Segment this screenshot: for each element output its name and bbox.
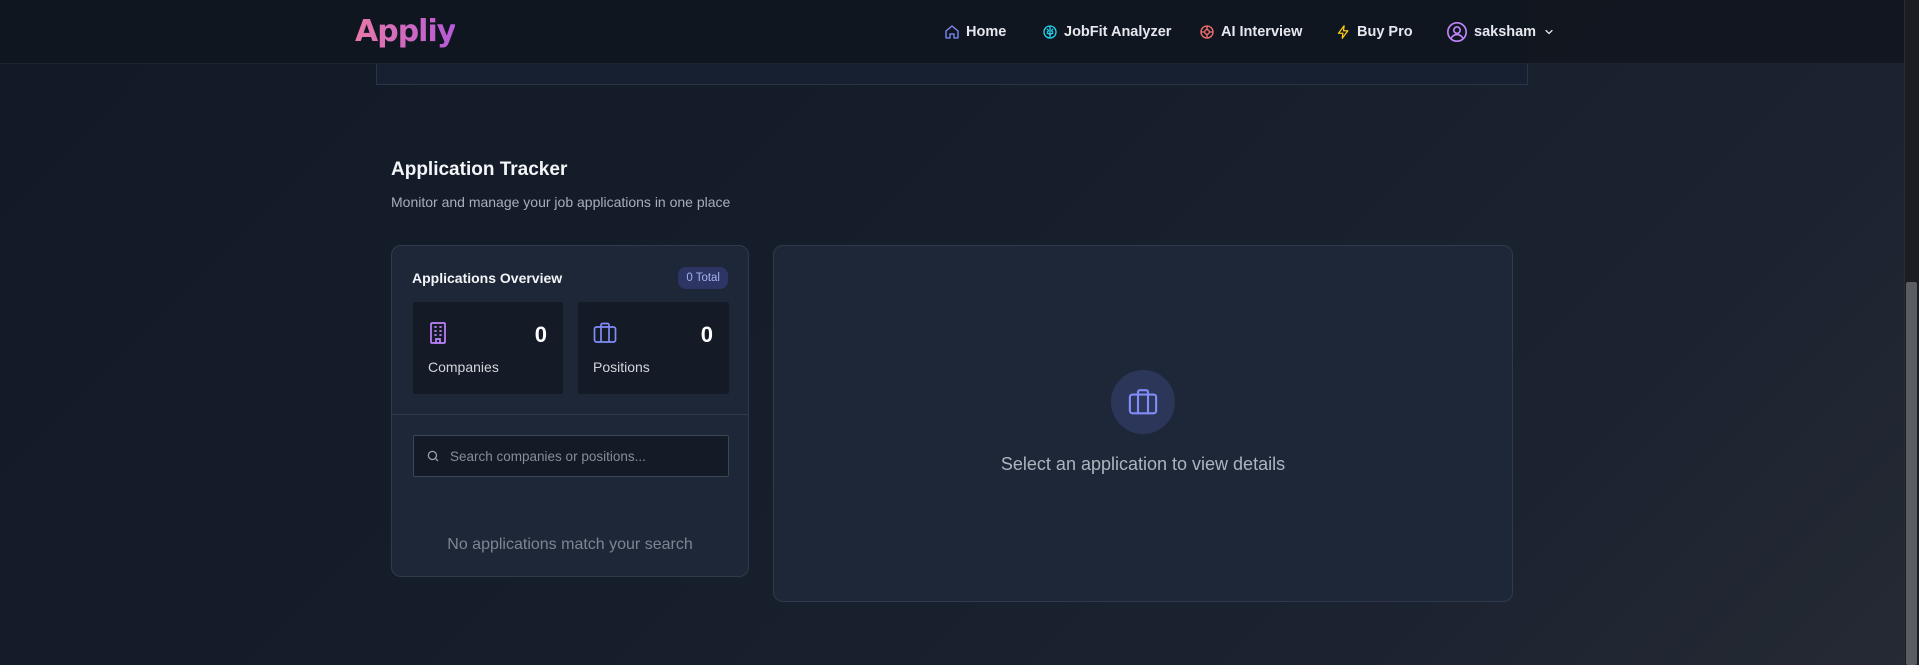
page-scrollbar[interactable]	[1904, 0, 1919, 665]
total-badge: 0 Total	[678, 267, 728, 289]
nav-jobfit-link[interactable]: JobFit Analyzer	[1042, 20, 1171, 44]
nav-ai-interview-label: AI Interview	[1221, 24, 1303, 40]
positions-count: 0	[700, 322, 713, 347]
ai-icon	[1200, 25, 1214, 39]
section-title: Application Tracker	[391, 159, 568, 180]
chevron-down-icon	[1545, 29, 1553, 35]
divider	[392, 414, 748, 415]
application-details-panel: Select an application to view details	[773, 245, 1513, 602]
user-menu[interactable]: saksham	[1446, 20, 1555, 44]
overview-title: Applications Overview	[412, 270, 563, 286]
top-navbar: Appliy Home JobFit Analyzer AI Interview…	[0, 0, 1904, 64]
nav-jobfit-label: JobFit Analyzer	[1064, 24, 1172, 40]
details-empty-message: Select an application to view details	[1000, 454, 1286, 474]
home-icon	[945, 25, 959, 39]
briefcase-icon	[1128, 389, 1158, 415]
scrollbar-thumb[interactable]	[1906, 282, 1917, 665]
companies-count: 0	[534, 322, 547, 347]
companies-label: Companies	[428, 359, 499, 375]
lightning-icon	[1337, 25, 1349, 39]
brain-icon	[1043, 25, 1057, 39]
applications-overview-panel: Applications Overview 0 Total 0 Companie…	[391, 245, 749, 577]
user-avatar-icon	[1447, 22, 1467, 42]
nav-ai-interview-link[interactable]: AI Interview	[1199, 20, 1302, 44]
search-input[interactable]	[450, 448, 710, 464]
user-name: saksham	[1474, 24, 1537, 40]
search-icon	[427, 450, 439, 462]
positions-label: Positions	[593, 359, 650, 375]
nav-buy-pro-label: Buy Pro	[1357, 24, 1413, 40]
details-placeholder-icon	[1111, 370, 1175, 434]
nav-home-link[interactable]: Home	[944, 20, 1006, 44]
building-icon	[430, 322, 446, 344]
section-subtitle: Monitor and manage your job applications…	[391, 194, 731, 210]
search-box[interactable]	[413, 435, 729, 477]
logo[interactable]: Appliy	[355, 14, 456, 50]
empty-list-message: No applications match your search	[447, 536, 693, 553]
briefcase-icon	[593, 322, 617, 343]
companies-stat-card: 0 Companies	[413, 302, 563, 394]
nav-home-label: Home	[966, 24, 1007, 40]
nav-buy-pro-link[interactable]: Buy Pro	[1336, 20, 1413, 44]
positions-stat-card: 0 Positions	[578, 302, 729, 394]
